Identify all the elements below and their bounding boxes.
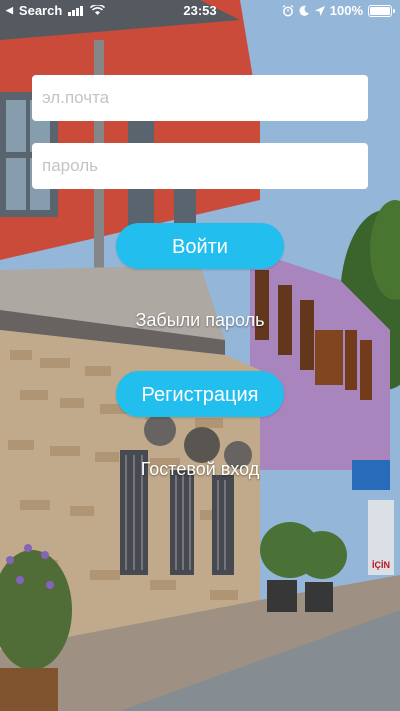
register-button[interactable]: Регистрация <box>116 371 284 417</box>
battery-icon <box>368 4 395 17</box>
email-field[interactable] <box>32 75 368 121</box>
status-right: 100% <box>282 3 395 18</box>
forgot-password-link[interactable]: Забыли пароль <box>0 310 400 331</box>
moon-icon <box>299 5 309 16</box>
password-field[interactable] <box>32 143 368 189</box>
guest-login-link[interactable]: Гостевой вход <box>0 459 400 480</box>
location-arrow-icon <box>314 5 325 16</box>
alarm-icon <box>282 4 294 16</box>
login-screen: İÇİN ◀ Search 23:53 100% эл.почта Войти … <box>0 0 400 711</box>
status-bar: ◀ Search 23:53 100% <box>0 0 400 22</box>
battery-fill <box>370 6 390 15</box>
login-button[interactable]: Войти <box>116 223 284 269</box>
battery-percent: 100% <box>329 3 363 18</box>
